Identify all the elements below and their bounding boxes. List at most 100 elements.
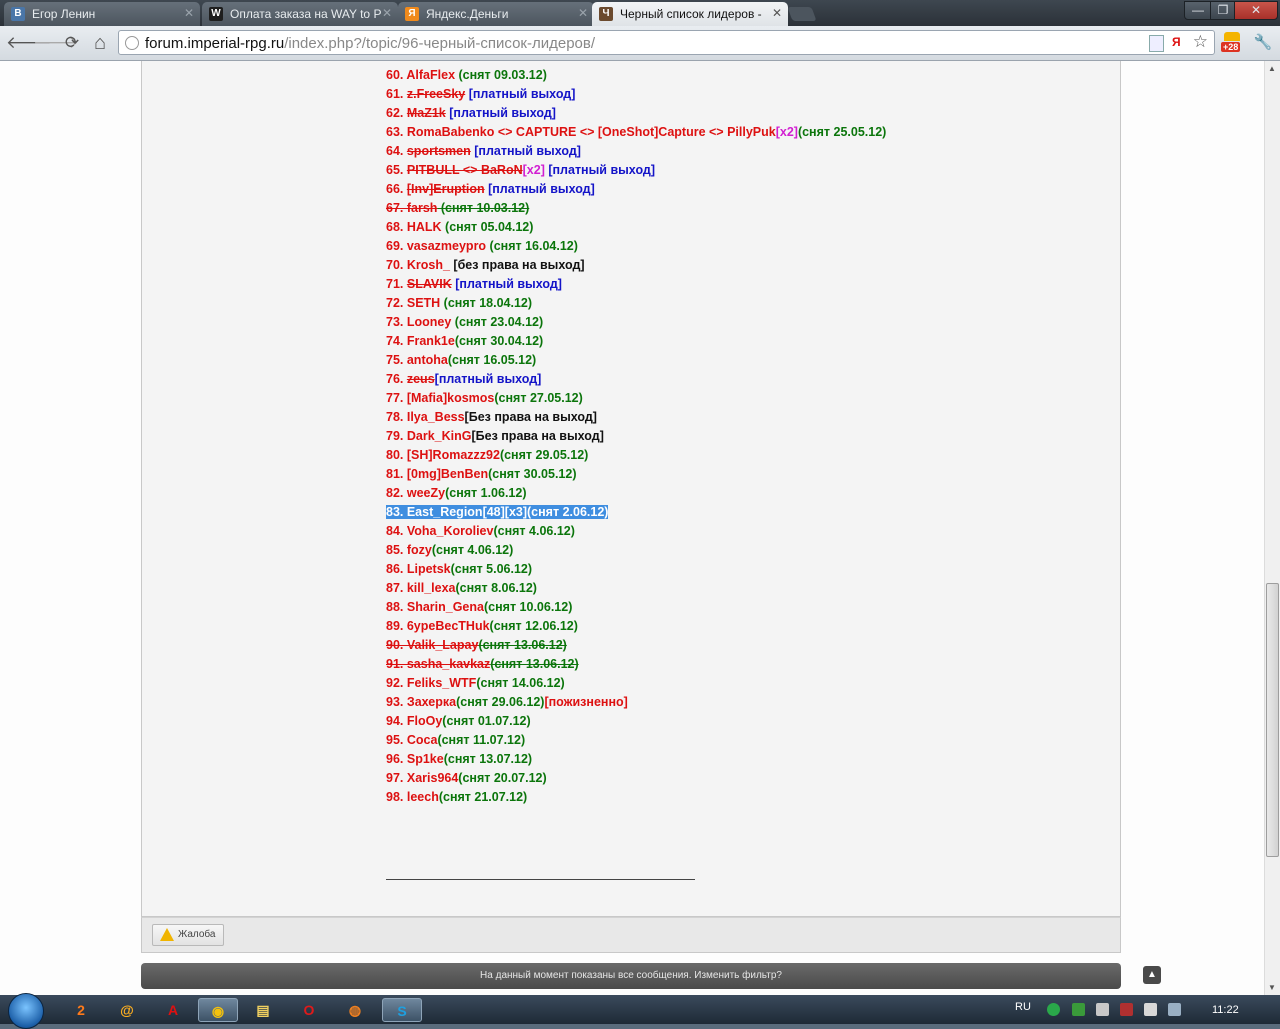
report-button[interactable]: Жалоба <box>152 924 224 946</box>
list-item-text: (снят 30.05.12) <box>488 467 577 481</box>
filter-text: На данный момент показаны все сообщения.… <box>480 970 782 981</box>
taskbar-app-2-icon[interactable]: @ <box>110 998 144 1022</box>
list-item-text: Lipetsk <box>406 562 451 576</box>
list-item: 83. East_Region[48][x3](снят 2.06.12) <box>386 503 886 522</box>
tab-1[interactable]: B Егор Ленин ✕ <box>4 2 200 26</box>
new-tab-button[interactable] <box>787 7 817 21</box>
list-item: 95. Coca(снят 11.07.12) <box>386 731 886 750</box>
tab-4-active[interactable]: Ч Черный список лидеров - ✕ <box>592 2 788 26</box>
list-item-text: SLAVIK <box>406 277 452 291</box>
list-item-text: [платный выход] <box>465 87 576 101</box>
list-item-text: (снят 4.06.12) <box>493 524 575 538</box>
list-item-text: AlfaFlex <box>406 68 456 82</box>
list-item-text: (снят 5.06.12) <box>450 562 533 576</box>
taskbar-skype-icon[interactable]: S <box>382 998 422 1022</box>
reload-icon[interactable]: ⟳ <box>62 33 82 53</box>
url-host: forum.imperial-rpg.ru <box>145 35 285 52</box>
list-item-text: (снят 16.04.12) <box>486 239 578 253</box>
list-item-text: Xaris964 <box>406 771 459 785</box>
list-item: 85. fozy(снят 4.06.12) <box>386 541 886 560</box>
display-tray-icon[interactable] <box>1168 1003 1181 1016</box>
list-item-text: (снят 29.05.12) <box>499 448 589 462</box>
taskbar-firefox-icon[interactable]: ◍ <box>338 998 372 1022</box>
scroll-up-arrow-icon[interactable]: ▲ <box>1268 64 1276 73</box>
wrench-icon[interactable]: 🔧 <box>1253 33 1273 53</box>
list-item-content: 60. AlfaFlex (снят 09.03.12) <box>386 68 547 82</box>
list-item-content: 88. Sharin_Gena(снят 10.06.12) <box>386 600 572 614</box>
list-item-text: (снят 16.05.12) <box>447 353 537 367</box>
filter-bar[interactable]: На данный момент показаны все сообщения.… <box>141 963 1121 989</box>
list-item: 94. FloOy(снят 01.07.12) <box>386 712 886 731</box>
list-item-text: 76. <box>386 372 407 386</box>
list-item-text: Dark_KinG <box>406 429 472 443</box>
close-icon[interactable]: ✕ <box>382 6 392 20</box>
vertical-scrollbar[interactable]: ▲ ▼ <box>1264 61 1280 995</box>
list-item: 87. kill_lexa(снят 8.06.12) <box>386 579 886 598</box>
list-item-content: 69. vasazmeypro (снят 16.04.12) <box>386 239 578 253</box>
antivirus-tray-icon[interactable] <box>1047 1003 1060 1016</box>
address-bar[interactable]: forum.imperial-rpg.ru/index.php?/topic/9… <box>118 30 1215 55</box>
list-item-text: 83. East_Region[48][x3](снят 2.06.12) <box>386 505 609 519</box>
warning-icon <box>160 928 174 941</box>
list-item-content: 73. Looney (снят 23.04.12) <box>386 315 543 329</box>
selected-text: 83. East_Region[48][x3](снят 2.06.12) <box>386 505 609 519</box>
volume-tray-icon[interactable] <box>1144 1003 1157 1016</box>
list-item-content: 93. Захерка(снят 29.06.12)[пожизненно] <box>386 695 628 709</box>
list-item: 80. [SH]Romazzz92(снят 29.05.12) <box>386 446 886 465</box>
taskbar-explorer-icon[interactable]: ▤ <box>246 998 280 1022</box>
close-window-button[interactable]: ✕ <box>1234 1 1278 20</box>
list-item-content: 97. Xaris964(снят 20.07.12) <box>386 771 547 785</box>
list-item-content: 78. Ilya_Bess[Без права на выход] <box>386 410 597 424</box>
page-action-icon[interactable] <box>1149 35 1164 52</box>
tab-strip: B Егор Ленин ✕ W Оплата заказа на WAY to… <box>0 0 1280 26</box>
forward-arrow-icon[interactable]: 🡒 <box>33 33 79 53</box>
list-item: 78. Ilya_Bess[Без права на выход] <box>386 408 886 427</box>
list-item-text: [платный выход] <box>434 372 542 386</box>
close-icon[interactable]: ✕ <box>184 6 194 20</box>
scroll-down-arrow-icon[interactable]: ▼ <box>1268 983 1276 992</box>
list-item-content: 64. sportsmen [платный выход] <box>386 144 581 158</box>
extension-icon[interactable]: +28 <box>1221 32 1243 54</box>
back-arrow-icon[interactable]: 🡐 <box>6 33 52 53</box>
list-item-text: Ilya_Bess <box>406 410 465 424</box>
list-item-text: 72. <box>386 296 407 310</box>
network-tray-icon[interactable] <box>1120 1003 1133 1016</box>
list-item: 81. [0mg]BenBen(снят 30.05.12) <box>386 465 886 484</box>
list-item-text: 74. <box>386 334 407 348</box>
list-item: 71. SLAVIK [платный выход] <box>386 275 886 294</box>
taskbar-app-1-icon[interactable]: 2 <box>64 998 98 1022</box>
list-item-text: [Без права на выход] <box>471 429 604 443</box>
list-item-text: (снят 8.06.12) <box>455 581 537 595</box>
list-item-text: Sp1ke <box>406 752 444 766</box>
minimize-button[interactable]: — <box>1184 1 1212 20</box>
list-item-text: antoha <box>406 353 448 367</box>
close-icon[interactable]: ✕ <box>578 6 588 20</box>
taskbar-chrome-icon[interactable]: ◉ <box>198 998 238 1022</box>
list-item-content: 63. RomaBabenko <> CAPTURE <> [OneShot]C… <box>386 125 886 139</box>
close-icon[interactable]: ✕ <box>772 6 782 20</box>
list-item-text: [без права на выход] <box>449 258 585 272</box>
maximize-button[interactable]: ❐ <box>1210 1 1236 20</box>
tab-favicon: Ч <box>599 7 613 21</box>
list-item-text: 73. <box>386 315 407 329</box>
taskbar-opera-icon[interactable]: O <box>292 998 326 1022</box>
report-label: Жалоба <box>178 929 216 940</box>
list-item-text: weeZy <box>406 486 446 500</box>
scrollbar-thumb[interactable] <box>1266 583 1279 857</box>
home-icon[interactable]: ⌂ <box>90 33 110 53</box>
taskbar-app-3-icon[interactable]: A <box>156 998 190 1022</box>
list-item-text: (снят 29.06.12) <box>456 695 545 709</box>
list-item-content: 80. [SH]Romazzz92(снят 29.05.12) <box>386 448 588 462</box>
tab-2[interactable]: W Оплата заказа на WAY to P ✕ <box>202 2 398 26</box>
bookmark-star-icon[interactable]: ☆ <box>1193 32 1208 52</box>
extension-badge: +28 <box>1221 42 1241 52</box>
flag-tray-icon[interactable] <box>1072 1003 1085 1016</box>
list-item-text: 63. <box>386 125 407 139</box>
tab-3[interactable]: Я Яндекс.Деньги ✕ <box>398 2 594 26</box>
yandex-icon[interactable]: Я <box>1172 35 1186 50</box>
list-item-text: 87. <box>386 581 407 595</box>
speaker-tray-icon[interactable] <box>1096 1003 1109 1016</box>
scroll-to-top-button[interactable]: ▲ <box>1143 966 1161 984</box>
tab-favicon: Я <box>405 7 419 21</box>
language-indicator[interactable]: RU <box>1015 1001 1031 1013</box>
